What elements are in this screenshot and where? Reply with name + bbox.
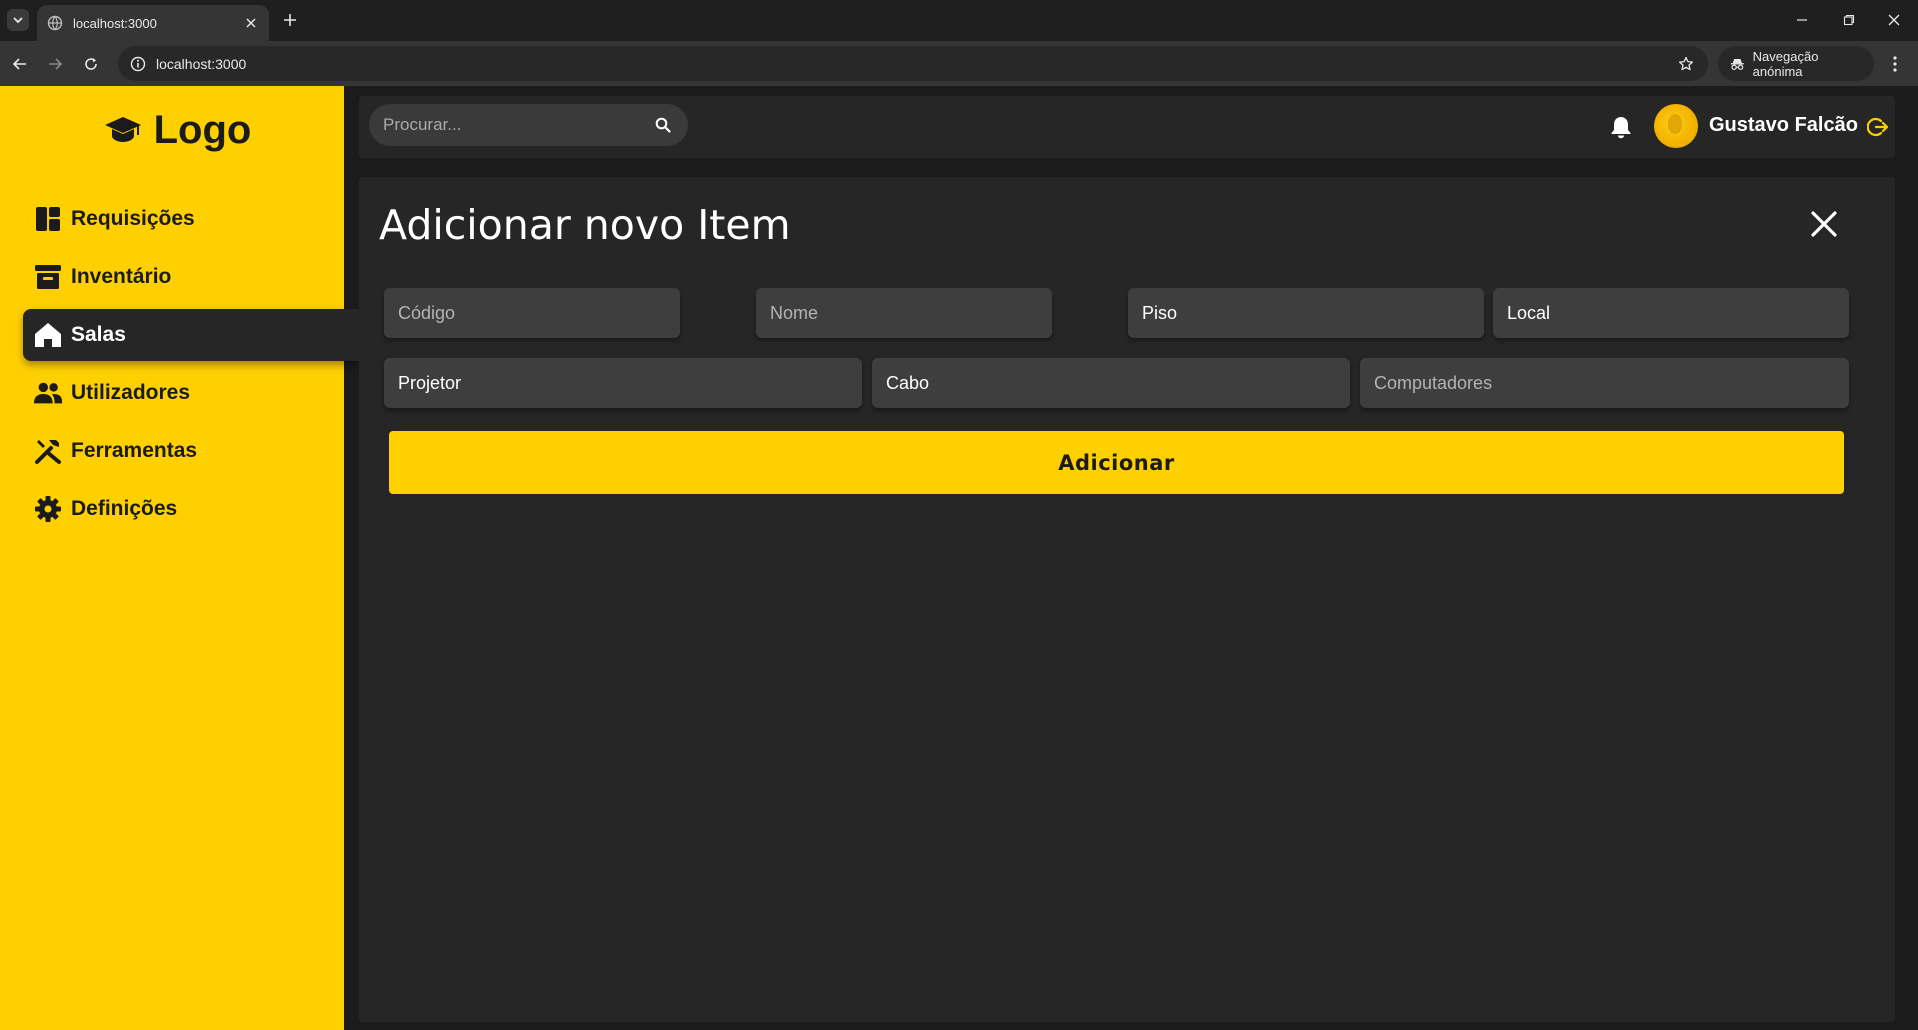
address-bar[interactable]: localhost:3000 (118, 46, 1708, 81)
search-input[interactable] (383, 115, 652, 135)
archive-icon (33, 262, 63, 292)
local-select-value[interactable]: Local (1507, 303, 1550, 324)
chevron-down-icon (13, 17, 23, 24)
search-icon[interactable] (652, 114, 674, 136)
top-header: Gustavo Falcão (359, 96, 1895, 158)
close-icon (1888, 14, 1900, 26)
piso-field[interactable]: Piso (1128, 288, 1484, 338)
add-item-panel: Adicionar novo Item Piso Local Projetor … (359, 177, 1895, 1022)
cabo-select-value[interactable]: Cabo (886, 373, 929, 394)
incognito-badge[interactable]: Navegação anónima (1718, 46, 1874, 81)
people-icon (33, 378, 63, 408)
dashboard-icon (33, 204, 63, 234)
browser-tab[interactable]: localhost:3000 (37, 5, 269, 41)
projetor-field[interactable]: Projetor (384, 358, 862, 408)
site-info-icon[interactable] (128, 54, 148, 74)
arrow-left-icon (12, 58, 26, 70)
sidebar-item-label: Utilizadores (71, 381, 191, 404)
sidebar-item-label: Inventário (71, 265, 172, 288)
url-text[interactable]: localhost:3000 (156, 56, 1676, 72)
app-root: Logo Requisições Inventário Salas Utiliz (0, 86, 1918, 1030)
restore-button[interactable] (1839, 10, 1859, 30)
minimize-button[interactable] (1792, 10, 1812, 30)
page-title: Adicionar novo Item (379, 201, 791, 249)
sidebar-item-label: Requisições (71, 207, 195, 230)
sidebar-item-label: Salas (71, 323, 126, 346)
tab-title: localhost:3000 (73, 15, 157, 31)
logo-text: Logo (153, 107, 252, 152)
sidebar-item-inventario[interactable]: Inventário (23, 251, 359, 303)
reload-icon (85, 58, 97, 70)
incognito-icon (1730, 58, 1744, 70)
close-window-button[interactable] (1884, 10, 1904, 30)
computadores-input[interactable] (1374, 372, 1835, 394)
reload-button[interactable] (80, 53, 102, 75)
forward-button[interactable] (44, 53, 66, 75)
nome-field[interactable] (756, 288, 1052, 338)
gear-icon (33, 494, 63, 524)
home-icon (33, 320, 63, 350)
logo[interactable]: Logo (0, 108, 355, 152)
browser-menu-button[interactable] (1884, 53, 1906, 75)
tools-icon (33, 436, 63, 466)
computadores-field[interactable] (1360, 358, 1849, 408)
sidebar-item-utilizadores[interactable]: Utilizadores (23, 367, 359, 419)
sidebar-item-label: Ferramentas (71, 439, 198, 462)
restore-icon (1843, 14, 1855, 26)
browser-toolbar: localhost:3000 Navegação anónima (0, 41, 1918, 86)
logout-button[interactable] (1865, 114, 1891, 140)
arrow-right-icon (49, 58, 63, 70)
browser-tabstrip: localhost:3000 (0, 0, 1918, 41)
sidebar-item-label: Definições (71, 497, 178, 520)
incognito-label: Navegação anónima (1752, 48, 1819, 79)
logout-icon (1867, 117, 1889, 137)
close-panel-button[interactable] (1807, 207, 1841, 241)
nome-input[interactable] (770, 302, 1038, 324)
bell-icon (1611, 117, 1631, 139)
sidebar-item-requisicoes[interactable]: Requisições (23, 193, 359, 245)
sidebar-item-ferramentas[interactable]: Ferramentas (23, 425, 359, 477)
sidebar: Logo Requisições Inventário Salas Utiliz (0, 86, 359, 1030)
minimize-icon (1797, 19, 1807, 21)
codigo-input[interactable] (398, 302, 666, 324)
search-box[interactable] (369, 104, 688, 146)
user-name[interactable]: Gustavo Falcão (1709, 114, 1858, 137)
more-vertical-icon (1893, 56, 1897, 72)
cabo-field[interactable]: Cabo (872, 358, 1350, 408)
projetor-select-value[interactable]: Projetor (398, 373, 461, 394)
codigo-field[interactable] (384, 288, 680, 338)
close-icon (1811, 211, 1837, 237)
back-button[interactable] (9, 53, 31, 75)
sidebar-item-salas[interactable]: Salas (23, 309, 359, 361)
bookmark-star-icon[interactable] (1676, 54, 1696, 74)
globe-icon (47, 15, 63, 31)
tab-close-icon[interactable] (243, 15, 259, 31)
graduation-cap-icon (104, 117, 141, 142)
avatar[interactable] (1654, 104, 1698, 148)
piso-select-value[interactable]: Piso (1142, 303, 1177, 324)
sidebar-item-definicoes[interactable]: Definições (23, 483, 359, 535)
notifications-button[interactable] (1607, 112, 1635, 142)
plus-icon (284, 14, 296, 26)
new-tab-button[interactable] (280, 10, 300, 30)
add-button[interactable]: Adicionar (389, 431, 1844, 494)
tab-search-button[interactable] (7, 9, 29, 31)
local-field[interactable]: Local (1493, 288, 1849, 338)
